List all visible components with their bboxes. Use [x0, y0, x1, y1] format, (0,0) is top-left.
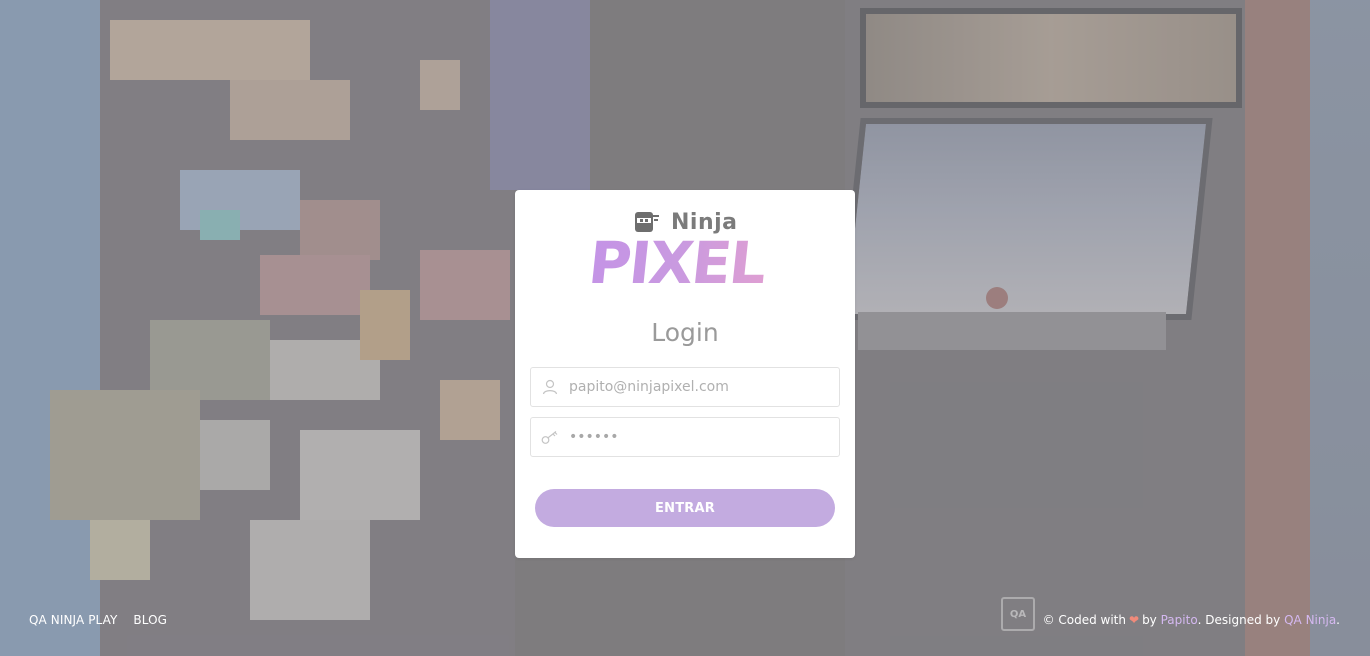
- login-submit-button[interactable]: ENTRAR: [535, 489, 835, 527]
- heart-icon: ❤: [1129, 613, 1140, 627]
- key-icon: [531, 418, 569, 456]
- email-input[interactable]: [569, 379, 819, 395]
- email-field: [530, 367, 840, 407]
- logo-pixel-text: PIXEL: [585, 229, 793, 297]
- credit-designed-by: . Designed by: [1197, 613, 1281, 627]
- footer-link-blog[interactable]: BLOG: [133, 613, 167, 627]
- credit-designer-link[interactable]: QA Ninja: [1284, 613, 1336, 627]
- credit-author-link[interactable]: Papito: [1161, 613, 1198, 627]
- footer-credit: © Coded with ❤ by Papito . Designed by Q…: [1043, 613, 1340, 627]
- credit-suffix: .: [1336, 613, 1340, 627]
- credit-by: by: [1142, 613, 1157, 627]
- user-icon: [531, 368, 569, 406]
- login-card: Ninja PIXEL Login ENTRAR: [515, 190, 855, 558]
- ninja-pixel-logo: Ninja PIXEL: [515, 190, 855, 310]
- footer-nav: QA NINJA PLAY BLOG: [29, 613, 167, 627]
- password-field: [530, 417, 840, 457]
- page-title: Login: [651, 318, 719, 347]
- password-input[interactable]: [569, 429, 819, 445]
- credit-prefix: © Coded with: [1042, 613, 1126, 627]
- footer-link-qa-ninja-play[interactable]: QA NINJA PLAY: [29, 613, 117, 627]
- qa-ninja-badge-icon: QA: [1001, 597, 1035, 631]
